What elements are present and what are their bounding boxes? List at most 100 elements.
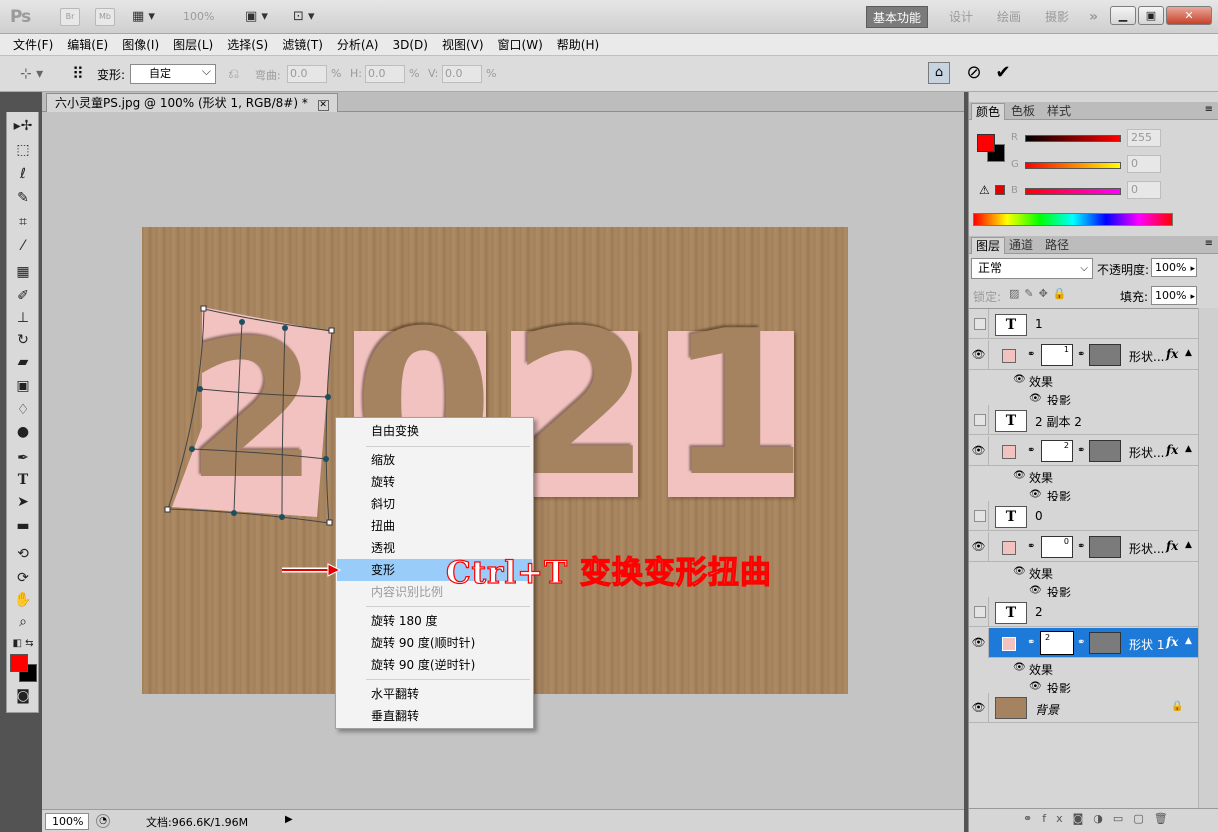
zoom-level[interactable]: 100% [183, 10, 214, 23]
g-slider[interactable] [1025, 162, 1121, 169]
blend-mode-select[interactable]: 正常 ⌵ [971, 258, 1093, 279]
menu-flip-horizontal[interactable]: 水平翻转 [337, 683, 532, 705]
hand-tool-icon[interactable]: ✋ [11, 590, 35, 610]
expand-effects-icon[interactable]: ▲ [1185, 636, 1192, 646]
layers-scrollbar[interactable] [1198, 308, 1218, 813]
foreground-color-swatch[interactable] [10, 654, 28, 672]
menu-image[interactable]: 图像(I) [115, 34, 166, 55]
layer-mask-thumbnail[interactable] [1089, 536, 1121, 558]
layer-row[interactable]: T 1 [969, 309, 1198, 339]
tab-swatches[interactable]: 色板 [1007, 103, 1039, 120]
panel-menu-icon[interactable]: ≡ [1205, 104, 1213, 115]
new-layer-icon[interactable]: ▢ [1133, 812, 1153, 825]
fx-icon[interactable]: fx [1166, 443, 1178, 457]
menu-rotate-180[interactable]: 旋转 180 度 [337, 610, 532, 632]
workspace-design[interactable]: 设计 [943, 6, 979, 28]
expand-effects-icon[interactable]: ▲ [1185, 444, 1192, 454]
mini-bridge-button[interactable]: Mb [95, 8, 115, 26]
visibility-toggle[interactable] [969, 597, 989, 627]
move-tool-icon[interactable]: ▸✢ [11, 116, 35, 136]
menu-filter[interactable]: 滤镜(T) [275, 34, 330, 55]
eye-icon[interactable]: 👁 [969, 340, 989, 370]
eye-icon[interactable]: 👁 [969, 436, 989, 466]
eye-icon[interactable]: 👁 [1013, 662, 1026, 673]
menu-window[interactable]: 窗口(W) [491, 34, 550, 55]
eye-icon[interactable]: 👁 [969, 628, 989, 658]
history-brush-tool-icon[interactable]: ↻ [11, 330, 35, 350]
crop-tool-icon[interactable]: ⌗ [11, 212, 35, 232]
h-input[interactable]: 0.0 [365, 65, 405, 83]
layer-row[interactable]: 👁 ⚭ 2 ⚭ 形状... fx ▲ [969, 436, 1198, 466]
menu-analysis[interactable]: 分析(A) [330, 34, 386, 55]
clone-stamp-tool-icon[interactable]: ⊥ [11, 308, 35, 328]
dodge-tool-icon[interactable]: ● [11, 422, 35, 442]
warp-mode-toggle-icon[interactable]: ⌂ [928, 62, 950, 84]
eye-icon[interactable]: 👁 [1013, 566, 1026, 577]
adjustment-layer-icon[interactable]: ◑ [1093, 812, 1113, 825]
menu-3d[interactable]: 3D(D) [385, 34, 434, 55]
visibility-toggle[interactable] [969, 501, 989, 531]
color-spectrum-bar[interactable] [973, 213, 1173, 226]
new-group-icon[interactable]: ▭ [1113, 812, 1133, 825]
delete-layer-icon[interactable]: 🗑 [1154, 812, 1178, 825]
eye-icon[interactable]: 👁 [1029, 681, 1042, 692]
view-extras-icon[interactable]: ▦ ▾ [132, 9, 166, 25]
menu-free-transform[interactable]: 自由变换 [337, 420, 532, 442]
healing-brush-tool-icon[interactable]: ▦ [11, 262, 35, 282]
gamut-color-swatch[interactable] [995, 185, 1005, 195]
gradient-tool-icon[interactable]: ▣ [11, 376, 35, 396]
add-mask-icon[interactable]: ◙ [1073, 812, 1094, 825]
bend-input[interactable]: 0.0 [287, 65, 327, 83]
opacity-slider-arrow-icon[interactable]: ▸ [1190, 264, 1195, 274]
workspace-photography[interactable]: 摄影 [1039, 6, 1075, 28]
layer-mask-thumbnail[interactable] [1089, 440, 1121, 462]
lock-icons[interactable]: ▨✎✥🔒 [1009, 287, 1072, 300]
expand-effects-icon[interactable]: ▲ [1185, 348, 1192, 358]
menu-layer[interactable]: 图层(L) [166, 34, 220, 55]
vector-mask-thumbnail[interactable]: 2 [1040, 631, 1074, 655]
brush-tool-icon[interactable]: ✐ [11, 286, 35, 306]
menu-select[interactable]: 选择(S) [220, 34, 275, 55]
eye-icon[interactable]: 👁 [1013, 374, 1026, 385]
workspace-essentials[interactable]: 基本功能 [866, 6, 929, 28]
document-tab[interactable]: 六小灵童PS.jpg @ 100% (形状 1, RGB/8#) * ✕ [46, 93, 338, 112]
background-thumbnail[interactable] [995, 697, 1027, 719]
warp-style-select[interactable]: 自定 [130, 62, 216, 84]
effects-row[interactable]: 👁 效果 [969, 371, 1198, 390]
eye-icon[interactable]: 👁 [1013, 470, 1026, 481]
fx-icon[interactable]: fx [1166, 347, 1178, 361]
status-menu-arrow-icon[interactable]: ▶ [285, 814, 297, 829]
layer-mask-thumbnail[interactable] [1089, 344, 1121, 366]
quick-mask-icon[interactable]: ◙ [11, 686, 35, 706]
layer-row-background[interactable]: 👁 背景 🔒 [969, 693, 1198, 723]
menu-view[interactable]: 视图(V) [435, 34, 491, 55]
shape-color-thumbnail[interactable] [1002, 637, 1016, 651]
tab-color[interactable]: 颜色 [971, 103, 1006, 120]
v-input[interactable]: 0.0 [442, 65, 482, 83]
maximize-button[interactable]: ▣ [1138, 6, 1164, 25]
commit-transform-icon[interactable]: ✔ [992, 62, 1014, 86]
menu-scale[interactable]: 缩放 [337, 449, 532, 471]
menu-rotate-90-ccw[interactable]: 旋转 90 度(逆时针) [337, 654, 532, 676]
fx-icon[interactable]: fx [1166, 539, 1178, 553]
menu-edit[interactable]: 编辑(E) [60, 34, 115, 55]
r-value[interactable]: 255 [1127, 129, 1161, 147]
menu-flip-vertical[interactable]: 垂直翻转 [337, 705, 532, 727]
fill-input[interactable]: 100% ▸ [1151, 286, 1197, 305]
screen-mode-icon[interactable]: ⊡ ▾ [293, 9, 327, 25]
add-style-icon[interactable]: fx [1042, 812, 1072, 825]
tab-paths[interactable]: 路径 [1041, 237, 1073, 254]
eye-icon[interactable]: 👁 [1029, 585, 1042, 596]
menu-file[interactable]: 文件(F) [6, 34, 60, 55]
layer-row[interactable]: T 2 [969, 597, 1198, 627]
arrange-documents-icon[interactable]: ▣ ▾ [245, 9, 279, 25]
status-info-icon[interactable]: ◔ [96, 814, 110, 828]
shape-color-thumbnail[interactable] [1002, 541, 1016, 555]
effects-row[interactable]: 👁 效果 [969, 659, 1198, 678]
marquee-tool-icon[interactable]: ⬚ [11, 140, 35, 160]
effects-row[interactable]: 👁 效果 [969, 467, 1198, 486]
layer-row[interactable]: T 0 [969, 501, 1198, 531]
layer-row[interactable]: 👁 ⚭ 1 ⚭ 形状... fx ▲ [969, 340, 1198, 370]
vector-mask-thumbnail[interactable]: 1 [1041, 344, 1073, 366]
eye-icon[interactable]: 👁 [1029, 393, 1042, 404]
